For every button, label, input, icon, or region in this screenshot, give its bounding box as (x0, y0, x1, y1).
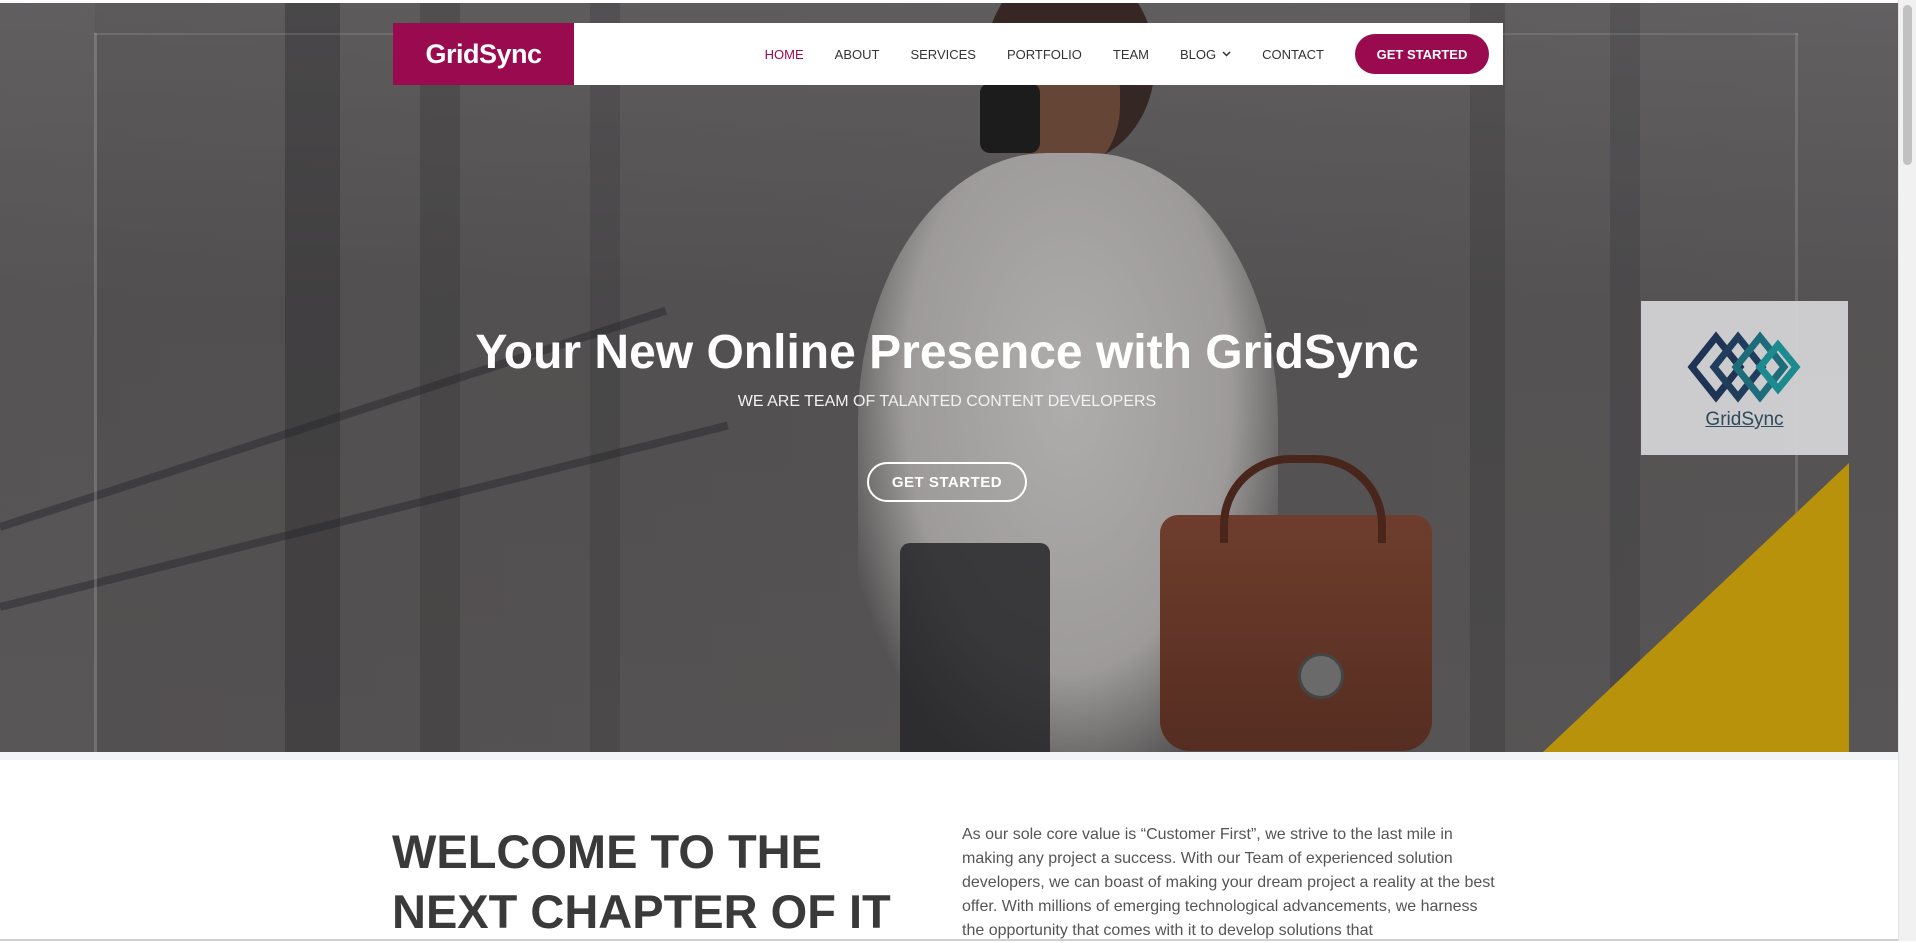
nav-item-contact[interactable]: CONTACT (1262, 47, 1324, 62)
nav-menu: HOME ABOUT SERVICES PORTFOLIO TEAM BLOG … (734, 34, 1489, 74)
nav-item-blog[interactable]: BLOG (1180, 47, 1231, 62)
hero-get-started-button[interactable]: GET STARTED (867, 462, 1027, 502)
chevron-down-icon (1222, 48, 1231, 60)
scrollbar-thumb[interactable] (1903, 5, 1912, 165)
hero-subtitle: WE ARE TEAM OF TALANTED CONTENT DEVELOPE… (737, 393, 1157, 410)
logo-badge-text: GridSync (1705, 409, 1784, 430)
hero-section: GridSync Your New Online Presence with G… (0, 3, 1898, 752)
nav-item-home[interactable]: HOME (765, 47, 804, 62)
nav-item-about[interactable]: ABOUT (835, 47, 880, 62)
nav-item-services[interactable]: SERVICES (910, 47, 976, 62)
page-scrollbar[interactable] (1898, 0, 1916, 941)
nav-get-started-button[interactable]: GET STARTED (1355, 34, 1489, 74)
nav-item-portfolio[interactable]: PORTFOLIO (1007, 47, 1082, 62)
hero-title: Your New Online Presence with GridSync (475, 326, 1419, 379)
welcome-heading-line: WELCOME TO THE (392, 825, 822, 878)
nav-item-blog-label: BLOG (1180, 46, 1217, 62)
brand-logo[interactable]: GridSync (393, 23, 574, 85)
nav-item-team[interactable]: TEAM (1113, 47, 1149, 62)
yellow-accent-shape (1543, 463, 1849, 752)
welcome-heading: WELCOME TO THE NEXT CHAPTER OF IT (392, 822, 912, 942)
section-divider (0, 752, 1898, 760)
main-navbar: GridSync HOME ABOUT SERVICES PORTFOLIO T… (393, 23, 1503, 85)
welcome-heading-line: NEXT CHAPTER OF IT (392, 885, 891, 938)
about-paragraph: As our sole core value is “Customer Firs… (962, 826, 1495, 939)
